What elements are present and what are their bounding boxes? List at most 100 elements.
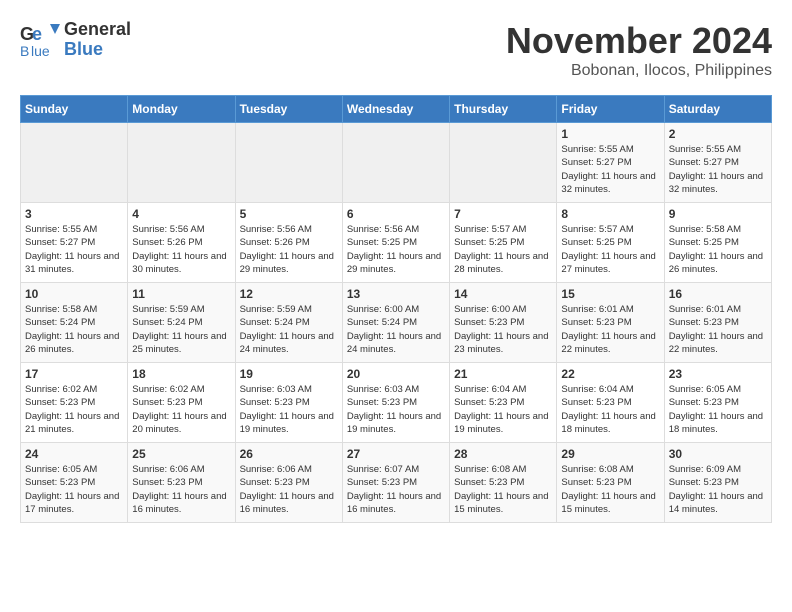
- weekday-header: Thursday: [450, 96, 557, 123]
- day-number: 4: [132, 207, 230, 221]
- calendar-cell: 16Sunrise: 6:01 AM Sunset: 5:23 PM Dayli…: [664, 283, 771, 363]
- calendar-cell: 9Sunrise: 5:58 AM Sunset: 5:25 PM Daylig…: [664, 203, 771, 283]
- calendar-cell: 21 Sunrise: 6:04 AM Sunset: 5:23 PM Dayli…: [450, 363, 557, 443]
- calendar-cell: 27 Sunrise: 6:07 AM Sunset: 5:23 PM Dayli…: [342, 443, 449, 523]
- logo-icon: G e B lue: [20, 22, 60, 57]
- calendar-cell: 3 Sunrise: 5:55 AM Sunset: 5:27 PM Daylig…: [21, 203, 128, 283]
- day-detail: Sunrise: 5:56 AM Sunset: 5:25 PM Dayligh…: [347, 223, 445, 276]
- day-number: 16: [669, 287, 767, 301]
- calendar-cell: 15Sunrise: 6:01 AM Sunset: 5:23 PM Dayli…: [557, 283, 664, 363]
- calendar-cell: [235, 123, 342, 203]
- svg-text:B: B: [20, 43, 29, 59]
- day-number: 23: [669, 367, 767, 381]
- day-number: 3: [25, 207, 123, 221]
- day-number: 7: [454, 207, 552, 221]
- day-number: 14: [454, 287, 552, 301]
- day-detail: Sunrise: 6:04 AM Sunset: 5:23 PM Dayligh…: [561, 383, 659, 436]
- calendar-cell: 18 Sunrise: 6:02 AM Sunset: 5:23 PM Dayli…: [128, 363, 235, 443]
- day-number: 26: [240, 447, 338, 461]
- day-detail: Sunrise: 6:06 AM Sunset: 5:23 PM Dayligh…: [132, 463, 230, 516]
- day-detail: Sunrise: 6:08 AM Sunset: 5:23 PM Dayligh…: [561, 463, 659, 516]
- day-detail: Sunrise: 6:05 AM Sunset: 5:23 PM Dayligh…: [669, 383, 767, 436]
- calendar-week-row: 10 Sunrise: 5:58 AM Sunset: 5:24 PM Dayli…: [21, 283, 772, 363]
- calendar-cell: 29 Sunrise: 6:08 AM Sunset: 5:23 PM Dayli…: [557, 443, 664, 523]
- calendar-cell: 23 Sunrise: 6:05 AM Sunset: 5:23 PM Dayli…: [664, 363, 771, 443]
- calendar-cell: 4 Sunrise: 5:56 AM Sunset: 5:26 PM Daylig…: [128, 203, 235, 283]
- weekday-header: Sunday: [21, 96, 128, 123]
- day-detail: Sunrise: 5:57 AM Sunset: 5:25 PM Dayligh…: [561, 223, 659, 276]
- calendar-table: SundayMondayTuesdayWednesdayThursdayFrid…: [20, 95, 772, 523]
- weekday-header: Friday: [557, 96, 664, 123]
- calendar-week-row: 1 Sunrise: 5:55 AM Sunset: 5:27 PM Daylig…: [21, 123, 772, 203]
- calendar-cell: [342, 123, 449, 203]
- calendar-cell: 30 Sunrise: 6:09 AM Sunset: 5:23 PM Dayli…: [664, 443, 771, 523]
- day-number: 5: [240, 207, 338, 221]
- day-number: 18: [132, 367, 230, 381]
- day-number: 15: [561, 287, 659, 301]
- svg-text:lue: lue: [31, 43, 50, 59]
- weekday-header-row: SundayMondayTuesdayWednesdayThursdayFrid…: [21, 96, 772, 123]
- day-number: 10: [25, 287, 123, 301]
- day-number: 22: [561, 367, 659, 381]
- day-number: 8: [561, 207, 659, 221]
- calendar-cell: [450, 123, 557, 203]
- calendar-cell: 20 Sunrise: 6:03 AM Sunset: 5:23 PM Dayli…: [342, 363, 449, 443]
- day-number: 17: [25, 367, 123, 381]
- calendar-week-row: 3 Sunrise: 5:55 AM Sunset: 5:27 PM Daylig…: [21, 203, 772, 283]
- day-number: 6: [347, 207, 445, 221]
- month-title: November 2024: [506, 20, 772, 62]
- day-number: 20: [347, 367, 445, 381]
- calendar-cell: 11 Sunrise: 5:59 AM Sunset: 5:24 PM Dayli…: [128, 283, 235, 363]
- day-number: 30: [669, 447, 767, 461]
- day-number: 13: [347, 287, 445, 301]
- day-number: 28: [454, 447, 552, 461]
- calendar-week-row: 17 Sunrise: 6:02 AM Sunset: 5:23 PM Dayli…: [21, 363, 772, 443]
- day-detail: Sunrise: 6:02 AM Sunset: 5:23 PM Dayligh…: [132, 383, 230, 436]
- day-number: 1: [561, 127, 659, 141]
- calendar-cell: 10 Sunrise: 5:58 AM Sunset: 5:24 PM Dayli…: [21, 283, 128, 363]
- location-title: Bobonan, Ilocos, Philippines: [506, 62, 772, 80]
- day-detail: Sunrise: 6:07 AM Sunset: 5:23 PM Dayligh…: [347, 463, 445, 516]
- day-detail: Sunrise: 6:04 AM Sunset: 5:23 PM Dayligh…: [454, 383, 552, 436]
- day-detail: Sunrise: 6:08 AM Sunset: 5:23 PM Dayligh…: [454, 463, 552, 516]
- header: G e B lue General Blue November 2024 Bob…: [20, 20, 772, 80]
- day-detail: Sunrise: 6:09 AM Sunset: 5:23 PM Dayligh…: [669, 463, 767, 516]
- day-detail: Sunrise: 5:58 AM Sunset: 5:24 PM Dayligh…: [25, 303, 123, 356]
- day-detail: Sunrise: 6:00 AM Sunset: 5:24 PM Dayligh…: [347, 303, 445, 356]
- day-number: 21: [454, 367, 552, 381]
- day-number: 19: [240, 367, 338, 381]
- day-detail: Sunrise: 5:55 AM Sunset: 5:27 PM Dayligh…: [25, 223, 123, 276]
- day-detail: Sunrise: 5:59 AM Sunset: 5:24 PM Dayligh…: [132, 303, 230, 356]
- weekday-header: Tuesday: [235, 96, 342, 123]
- svg-text:e: e: [32, 24, 42, 44]
- logo: G e B lue General Blue: [20, 20, 131, 60]
- day-number: 24: [25, 447, 123, 461]
- day-number: 12: [240, 287, 338, 301]
- day-number: 27: [347, 447, 445, 461]
- weekday-header: Monday: [128, 96, 235, 123]
- calendar-week-row: 24Sunrise: 6:05 AM Sunset: 5:23 PM Dayli…: [21, 443, 772, 523]
- calendar-cell: 2Sunrise: 5:55 AM Sunset: 5:27 PM Daylig…: [664, 123, 771, 203]
- day-detail: Sunrise: 6:03 AM Sunset: 5:23 PM Dayligh…: [347, 383, 445, 436]
- calendar-cell: 25Sunrise: 6:06 AM Sunset: 5:23 PM Dayli…: [128, 443, 235, 523]
- calendar-cell: 5 Sunrise: 5:56 AM Sunset: 5:26 PM Daylig…: [235, 203, 342, 283]
- day-detail: Sunrise: 6:03 AM Sunset: 5:23 PM Dayligh…: [240, 383, 338, 436]
- day-detail: Sunrise: 5:56 AM Sunset: 5:26 PM Dayligh…: [132, 223, 230, 276]
- calendar-cell: 28 Sunrise: 6:08 AM Sunset: 5:23 PM Dayli…: [450, 443, 557, 523]
- day-detail: Sunrise: 5:59 AM Sunset: 5:24 PM Dayligh…: [240, 303, 338, 356]
- calendar-cell: 17Sunrise: 6:02 AM Sunset: 5:23 PM Dayli…: [21, 363, 128, 443]
- calendar-cell: 26Sunrise: 6:06 AM Sunset: 5:23 PM Dayli…: [235, 443, 342, 523]
- calendar-cell: 6 Sunrise: 5:56 AM Sunset: 5:25 PM Daylig…: [342, 203, 449, 283]
- day-detail: Sunrise: 5:55 AM Sunset: 5:27 PM Dayligh…: [561, 143, 659, 196]
- day-detail: Sunrise: 5:58 AM Sunset: 5:25 PM Dayligh…: [669, 223, 767, 276]
- calendar-cell: 12 Sunrise: 5:59 AM Sunset: 5:24 PM Dayli…: [235, 283, 342, 363]
- day-number: 11: [132, 287, 230, 301]
- weekday-header: Saturday: [664, 96, 771, 123]
- calendar-cell: [128, 123, 235, 203]
- calendar-cell: 24Sunrise: 6:05 AM Sunset: 5:23 PM Dayli…: [21, 443, 128, 523]
- calendar-cell: 7Sunrise: 5:57 AM Sunset: 5:25 PM Daylig…: [450, 203, 557, 283]
- day-detail: Sunrise: 5:56 AM Sunset: 5:26 PM Dayligh…: [240, 223, 338, 276]
- day-number: 29: [561, 447, 659, 461]
- calendar-cell: [21, 123, 128, 203]
- weekday-header: Wednesday: [342, 96, 449, 123]
